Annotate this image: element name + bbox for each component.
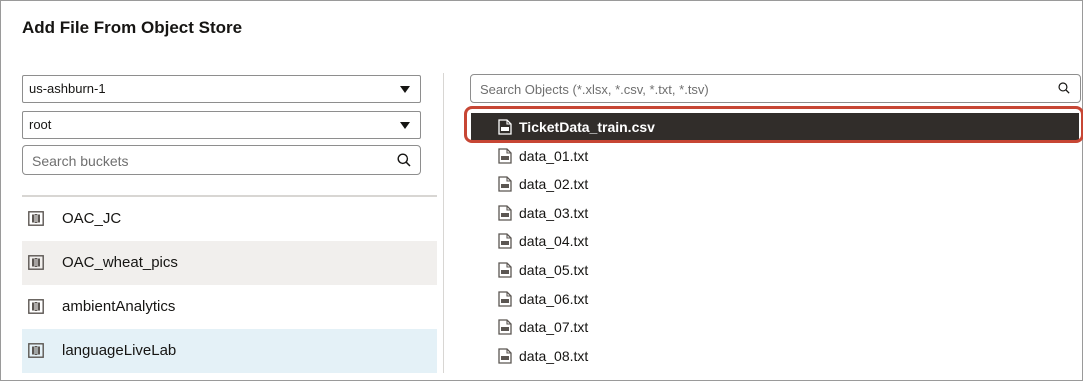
file-item[interactable]: data_06.txt [471, 285, 1079, 314]
csv-file-icon [498, 233, 512, 250]
csv-file-icon [498, 119, 512, 135]
compartment-select-value: root [29, 117, 52, 132]
file-name: data_08.txt [519, 347, 589, 364]
csv-file-icon [498, 176, 512, 192]
bucket-label: languageLiveLab [62, 342, 177, 359]
chevron-down-icon [400, 122, 410, 129]
csv-file-icon [498, 262, 512, 278]
file-name: data_06.txt [519, 290, 589, 307]
region-select[interactable]: us-ashburn-1 [22, 75, 421, 103]
file-name: data_04.txt [519, 233, 589, 250]
bucket-item-oac-wheat-pics[interactable]: OAC_wheat_pics [22, 241, 437, 285]
dialog-title: Add File From Object Store [22, 18, 243, 37]
file-name: data_05.txt [519, 261, 589, 278]
file-item[interactable]: data_08.txt [471, 342, 1079, 371]
search-icon[interactable] [397, 153, 411, 167]
bucket-search-field [22, 145, 421, 175]
file-item[interactable]: data_01.txt [471, 142, 1079, 171]
bucket-panel: us-ashburn-1 root OAC_JC [22, 73, 437, 373]
file-list: TicketData_train.csv data_01.txt data_02… [471, 113, 1079, 370]
file-name: data_07.txt [519, 319, 589, 336]
bucket-label: OAC_JC [62, 210, 122, 227]
file-item[interactable]: data_05.txt [471, 256, 1079, 285]
csv-file-icon [498, 147, 512, 164]
csv-file-icon [498, 290, 512, 307]
bucket-item-language-live-lab[interactable]: languageLiveLab [22, 329, 437, 373]
add-file-dialog: Add File From Object Store us-ashburn-1 … [0, 0, 1083, 381]
region-select-value: us-ashburn-1 [29, 81, 106, 96]
file-item[interactable]: data_03.txt [471, 199, 1079, 228]
file-name: data_02.txt [519, 176, 589, 193]
csv-file-icon [498, 205, 512, 221]
search-icon[interactable] [1058, 82, 1070, 94]
bucket-item-ambient-analytics[interactable]: ambientAnalytics [22, 285, 437, 329]
bucket-icon [28, 299, 44, 314]
csv-file-icon [498, 319, 512, 335]
bucket-item-oac-jc[interactable]: OAC_JC [22, 197, 437, 241]
bucket-icon [28, 211, 44, 226]
compartment-select[interactable]: root [22, 111, 421, 139]
bucket-label: ambientAnalytics [62, 298, 176, 315]
bucket-icon [28, 255, 44, 270]
bucket-search-input[interactable] [32, 151, 372, 171]
file-item-ticketdata-train[interactable]: TicketData_train.csv [471, 113, 1079, 142]
file-item[interactable]: data_04.txt [471, 227, 1079, 256]
file-item[interactable]: data_02.txt [471, 170, 1079, 199]
panel-divider [443, 73, 444, 373]
object-search-input[interactable] [480, 80, 1040, 98]
file-name: TicketData_train.csv [519, 119, 655, 135]
file-name: data_03.txt [519, 204, 589, 221]
bucket-icon [28, 343, 44, 358]
object-search-field [470, 74, 1081, 103]
bucket-label: OAC_wheat_pics [62, 254, 178, 271]
bucket-list: OAC_JC OAC_wheat_pics ambientAnalytics l… [22, 197, 437, 373]
csv-file-icon [498, 348, 512, 364]
file-item[interactable]: data_07.txt [471, 313, 1079, 342]
file-name: data_01.txt [519, 147, 589, 164]
chevron-down-icon [400, 86, 410, 93]
